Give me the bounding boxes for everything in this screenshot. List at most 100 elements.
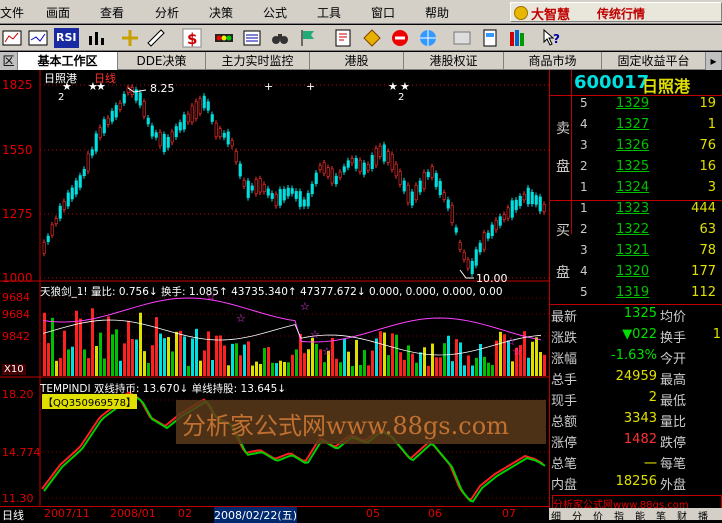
volume-bar [159, 333, 162, 376]
volume-bar [203, 350, 206, 376]
column-icon[interactable] [86, 28, 106, 48]
chart-stock-label: 日照港 [44, 72, 77, 85]
order-row: 3 1326 76 [572, 138, 722, 158]
volume-bar [71, 346, 74, 376]
order-volume: 1 [707, 117, 716, 132]
volume-bar [419, 352, 422, 376]
volume-bar [47, 343, 50, 376]
quote-tab[interactable]: 笔 [656, 508, 666, 523]
quote-tab[interactable]: 价 [593, 508, 603, 523]
volume-bar [315, 343, 318, 376]
order-volume: 3 [707, 180, 716, 195]
tab-scroll-left[interactable]: 区 [0, 52, 18, 70]
menu-analysis[interactable]: 分析 [155, 4, 179, 21]
candle-body [402, 180, 406, 192]
menu-formula[interactable]: 公式 [263, 4, 287, 21]
note-icon[interactable] [334, 28, 354, 48]
order-level: 3 [580, 138, 588, 152]
stat-label-2: 量比 [660, 415, 687, 430]
rsi-button[interactable]: RSI [54, 28, 79, 48]
volume-bar [191, 338, 194, 376]
candle-body [526, 187, 530, 205]
menu-file[interactable]: 文件 [0, 4, 24, 21]
candle-body [282, 188, 286, 201]
volume-bar [179, 330, 182, 376]
candle-body [246, 180, 250, 198]
volume-bar [467, 355, 470, 376]
stat-label-2: 换手 [660, 331, 687, 346]
quote-tab[interactable]: 指 [614, 508, 624, 523]
menu-view[interactable]: 查看 [100, 4, 124, 21]
quote-tab[interactable]: 分 [572, 508, 582, 523]
traffic-icon[interactable] [214, 28, 234, 48]
volume-bar [127, 320, 130, 376]
volume-bar [231, 343, 234, 376]
tab-dde-decision[interactable]: DDE决策 [118, 52, 206, 70]
stat-label: 最新 [551, 310, 578, 325]
tab-hk-stocks[interactable]: 港股 [310, 52, 404, 70]
candle-body [230, 140, 234, 147]
stat-value: 一 [643, 457, 657, 472]
quote-tab[interactable]: 财 [677, 508, 687, 523]
tab-fixed-income[interactable]: 固定收益平台 [602, 52, 706, 70]
help-icon[interactable]: ? [542, 28, 562, 48]
volume-bar [263, 348, 266, 376]
candle-body [434, 173, 438, 187]
candle-body [414, 184, 418, 201]
crosshair-icon[interactable] [120, 28, 140, 48]
volume-tick: 9842 [2, 330, 30, 343]
globe-icon[interactable] [418, 28, 438, 48]
candle-body [486, 232, 490, 239]
dollar-icon[interactable]: $ [182, 28, 202, 48]
chart-area[interactable]: ★ ★ ★ + + ★ ★ ☆ ☆ ☆ ☆ ☆ ☆ ☆ 日照港 日线 8.25 10.00 2 2 18… [0, 70, 549, 523]
tab-basic-workspace[interactable]: 基本工作区 [18, 52, 118, 70]
volume-bar [423, 347, 426, 376]
candle-body [378, 145, 382, 157]
list-icon[interactable] [242, 28, 262, 48]
volume-bar [55, 360, 58, 376]
menu-decision[interactable]: 决策 [209, 4, 233, 21]
candle-body [162, 134, 166, 152]
tab-commodity-market[interactable]: 商品市场 [504, 52, 602, 70]
ruler-icon[interactable] [146, 28, 166, 48]
tab-hk-warrants[interactable]: 港股权证 [404, 52, 504, 70]
indicator-tick: 11.30 [2, 492, 34, 505]
star-marker: ☆ [310, 328, 320, 341]
volume-bar [295, 349, 298, 376]
books-icon[interactable] [508, 28, 528, 48]
candle-body [438, 180, 442, 196]
quote-tab[interactable]: 细 [551, 508, 561, 523]
ad-banner[interactable]: 分析家公式网www.88gs.com [552, 495, 722, 509]
menu-tools[interactable]: 工具 [317, 4, 341, 21]
flag-icon[interactable] [298, 28, 318, 48]
order-volume: 112 [691, 285, 716, 300]
menu-screen[interactable]: 画面 [46, 4, 70, 21]
candle-body [502, 214, 506, 220]
signal-marker-glyph: ★ [388, 80, 398, 93]
tab-main-force-monitor[interactable]: 主力实时监控 [206, 52, 310, 70]
tab-scroll-right[interactable]: ▸ [706, 52, 722, 70]
page-icon[interactable] [480, 28, 500, 48]
volume-bar [395, 334, 398, 376]
window-icon[interactable] [452, 28, 472, 48]
volume-bar [391, 333, 394, 376]
stat-label: 内盘 [551, 478, 578, 493]
candle-body [470, 261, 474, 274]
date-tick: 07 [502, 507, 516, 520]
no-entry-icon[interactable] [390, 28, 410, 48]
candle-body [514, 199, 518, 211]
quote-tab[interactable]: 播 [698, 508, 708, 523]
menu-window[interactable]: 窗口 [371, 4, 395, 21]
kline-icon[interactable] [2, 28, 22, 48]
volume-bar [427, 365, 430, 376]
binoculars-icon[interactable] [270, 28, 290, 48]
chart-icon[interactable] [28, 28, 48, 48]
volume-bar [251, 365, 254, 376]
quote-tab[interactable]: 能 [635, 508, 645, 523]
menu-help[interactable]: 帮助 [425, 4, 449, 21]
candle-body [190, 105, 194, 123]
order-row: 1 1323 444 [572, 201, 722, 221]
diamond-icon[interactable] [362, 28, 382, 48]
stat-row: 涨停 1482 跌停 [550, 432, 722, 453]
stat-label: 总笔 [551, 457, 578, 472]
